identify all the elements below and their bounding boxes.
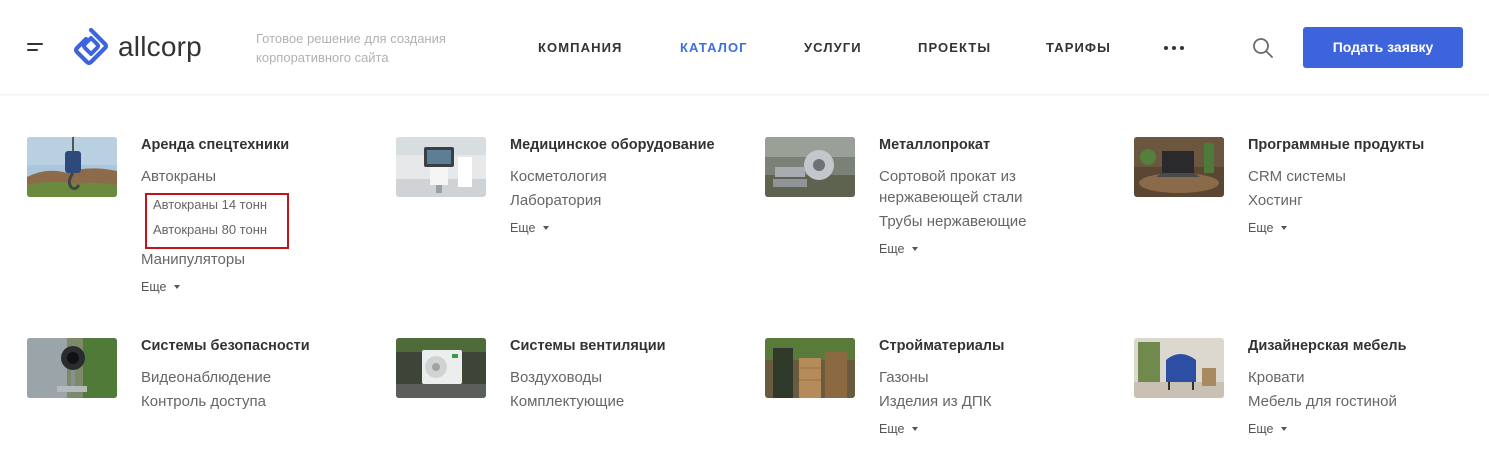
subcategory-link[interactable]: Косметология (510, 168, 607, 186)
submit-request-button[interactable]: Подать заявку (1303, 27, 1463, 68)
more-label: Еще (1248, 422, 1274, 436)
category-title[interactable]: Дизайнерская мебель (1248, 338, 1407, 354)
more-label: Еще (1248, 221, 1274, 235)
nav-item-company[interactable]: КОМПАНИЯ (538, 39, 622, 57)
category-image-software[interactable] (1134, 137, 1224, 197)
category-image-ventilation[interactable] (396, 338, 486, 398)
category-image-building-materials[interactable] (765, 338, 855, 398)
more-dots-icon[interactable] (1164, 46, 1184, 50)
nav-item-tariffs[interactable]: ТАРИФЫ (1046, 39, 1111, 57)
category-title[interactable]: Системы безопасности (141, 338, 310, 354)
site-header: allcorp Готовое решение для создания кор… (0, 0, 1489, 96)
category-title[interactable]: Аренда спецтехники (141, 137, 289, 153)
highlight-box (145, 193, 289, 249)
category-image-equipment-rental[interactable] (27, 137, 117, 197)
subcategory-link[interactable]: Манипуляторы (141, 251, 245, 269)
subcategory-link[interactable]: Трубы нержавеющие (879, 213, 1027, 231)
subcategory-link[interactable]: Автокраны (141, 168, 216, 186)
more-toggle[interactable]: Еще (141, 280, 181, 294)
caret-down-icon (1281, 427, 1288, 431)
subcategory-link[interactable]: Воздуховоды (510, 369, 602, 387)
more-toggle[interactable]: Еще (1248, 422, 1288, 436)
subcategory-link[interactable]: Кровати (1248, 369, 1304, 387)
header-divider (0, 94, 1489, 96)
more-label: Еще (879, 242, 905, 256)
more-label: Еще (510, 221, 536, 235)
subcategory-link[interactable]: Комплектующие (510, 393, 624, 411)
more-label: Еще (141, 280, 167, 294)
subcategory-link[interactable]: Лаборатория (510, 192, 601, 210)
category-title[interactable]: Медицинское оборудование (510, 137, 715, 153)
subcategory-link[interactable]: нержавеющей стали (879, 189, 1022, 207)
subcategory-link[interactable]: Видеонаблюдение (141, 369, 271, 387)
category-image-metal-products[interactable] (765, 137, 855, 197)
caret-down-icon (543, 226, 550, 230)
caret-down-icon (1281, 226, 1288, 230)
nav-item-services[interactable]: УСЛУГИ (804, 39, 862, 57)
subcategory-link[interactable]: CRM системы (1248, 168, 1346, 186)
more-toggle[interactable]: Еще (510, 221, 550, 235)
subcategory-link[interactable]: Газоны (879, 369, 929, 387)
subcategory-link[interactable]: Изделия из ДПК (879, 393, 991, 411)
more-toggle[interactable]: Еще (879, 242, 919, 256)
more-label: Еще (879, 422, 905, 436)
subcategory-link[interactable]: Мебель для гостиной (1248, 393, 1397, 411)
caret-down-icon (912, 247, 919, 251)
category-title[interactable]: Металлопрокат (879, 137, 990, 153)
nav-item-catalog[interactable]: КАТАЛОГ (680, 39, 748, 57)
more-toggle[interactable]: Еще (1248, 221, 1288, 235)
caret-down-icon (912, 427, 919, 431)
subcategory-link[interactable]: Контроль доступа (141, 393, 266, 411)
category-image-designer-furniture[interactable] (1134, 338, 1224, 398)
category-image-security-systems[interactable] (27, 338, 117, 398)
nav-item-projects[interactable]: ПРОЕКТЫ (918, 39, 991, 57)
category-title[interactable]: Системы вентиляции (510, 338, 666, 354)
caret-down-icon (174, 285, 181, 289)
more-toggle[interactable]: Еще (879, 422, 919, 436)
subcategory-link[interactable]: Хостинг (1248, 192, 1303, 210)
category-image-medical-equipment[interactable] (396, 137, 486, 197)
subcategory-link[interactable]: Сортовой прокат из (879, 168, 1016, 186)
category-title[interactable]: Стройматериалы (879, 338, 1004, 354)
category-title[interactable]: Программные продукты (1248, 137, 1424, 153)
search-icon[interactable] (1252, 37, 1274, 59)
